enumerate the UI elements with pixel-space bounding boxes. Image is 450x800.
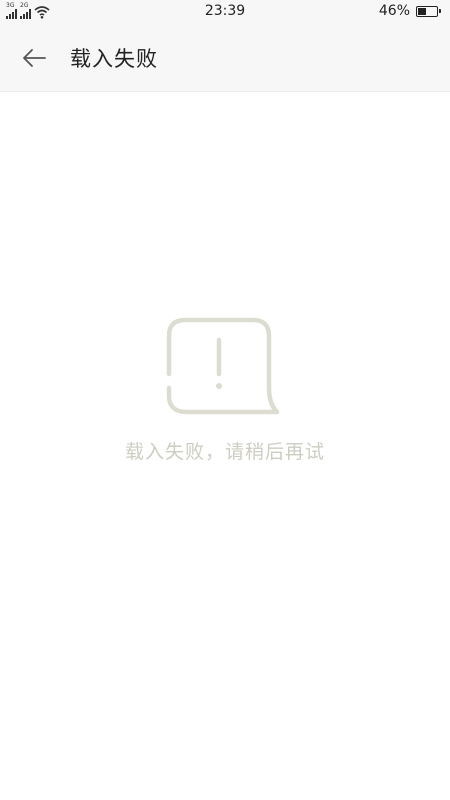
battery-icon [416, 5, 441, 17]
battery-fill [418, 7, 426, 15]
error-message: 载入失败，请稍后再试 [124, 441, 325, 463]
app-bar: 载入失败 [0, 24, 450, 92]
page-title: 载入失败 [70, 47, 158, 71]
error-state: 载入失败，请稍后再试 [0, 92, 450, 800]
arrow-left-icon [23, 49, 46, 67]
exclamation-speech-bubble-icon [166, 317, 280, 415]
back-button[interactable] [14, 42, 54, 74]
battery-percent: 46% [378, 3, 410, 19]
battery-group: 46% [378, 3, 441, 19]
status-bar: 3G 2G 23:39 46% [0, 0, 450, 24]
